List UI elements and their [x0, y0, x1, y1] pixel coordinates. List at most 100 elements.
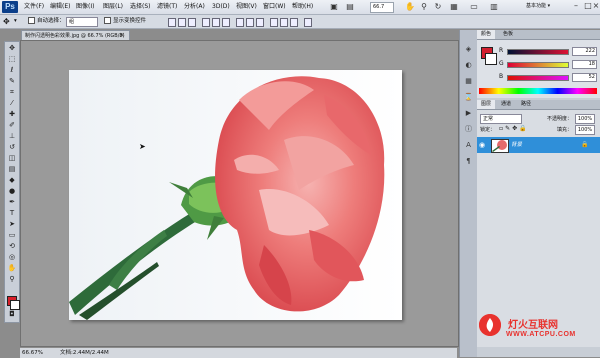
zoom-tool-icon[interactable]: ⚲ — [6, 275, 18, 284]
bridge-icon[interactable]: ▣ — [328, 2, 340, 12]
menu-edit[interactable]: 编辑(E) — [50, 2, 70, 12]
document-canvas-image[interactable] — [69, 70, 402, 320]
history-icon[interactable]: ⌛ — [463, 92, 474, 102]
tab-layers[interactable]: 图层 — [477, 100, 496, 109]
3d-orbit-tool-icon[interactable]: ◎ — [6, 253, 18, 262]
adjustments-icon[interactable]: ◐ — [463, 60, 474, 70]
distribute-top-icon[interactable] — [236, 18, 244, 27]
channel-g-slider[interactable] — [507, 62, 569, 68]
dodge-tool-icon[interactable]: ● — [6, 187, 18, 196]
tool-preset-picker[interactable]: ▾ — [14, 17, 17, 26]
close-icon[interactable]: × — [592, 0, 600, 12]
align-middle-icon[interactable] — [178, 18, 186, 27]
distribute-middle-icon[interactable] — [246, 18, 254, 27]
quick-select-tool-icon[interactable]: ✎ — [6, 77, 18, 86]
mini-bridge-icon[interactable]: ▤ — [344, 2, 356, 12]
channel-r-value[interactable]: 222 — [572, 47, 597, 56]
gradient-tool-icon[interactable]: ▤ — [6, 165, 18, 174]
screen-mode-icon[interactable]: ▭ — [468, 2, 480, 12]
move-tool-icon[interactable]: ✥ — [3, 17, 10, 26]
lasso-tool-icon[interactable]: ℓ — [6, 66, 18, 75]
zoom-select[interactable]: 66.7 — [370, 2, 394, 13]
channel-g-value[interactable]: 18 — [572, 60, 597, 69]
hand-icon[interactable]: ✋ — [404, 2, 416, 12]
menu-help[interactable]: 帮助(H) — [292, 2, 313, 12]
brush-tool-icon[interactable]: ✐ — [6, 121, 18, 130]
crop-tool-icon[interactable]: ⌗ — [6, 88, 18, 97]
distribute-left-icon[interactable] — [270, 18, 278, 27]
marquee-tool-icon[interactable]: ⬚ — [6, 55, 18, 64]
menu-view[interactable]: 视图(V) — [236, 2, 257, 12]
blend-mode-select[interactable]: 正常 — [480, 114, 522, 124]
menu-window[interactable]: 窗口(W) — [263, 2, 286, 12]
layer-row-background[interactable]: ◉ 背景 🔒 — [477, 137, 600, 153]
eyedropper-tool-icon[interactable]: ⁄ — [6, 99, 18, 108]
minimize-icon[interactable]: – — [570, 0, 582, 12]
history-brush-tool-icon[interactable]: ↺ — [6, 143, 18, 152]
menu-filter[interactable]: 滤镜(T) — [157, 2, 177, 12]
align-top-icon[interactable] — [168, 18, 176, 27]
menu-file[interactable]: 文件(F) — [24, 2, 44, 12]
menu-image[interactable]: 图像(I) — [76, 2, 94, 12]
character-icon[interactable]: A — [463, 140, 474, 150]
align-left-icon[interactable] — [202, 18, 210, 27]
channel-r-slider[interactable] — [507, 49, 569, 55]
distribute-right-icon[interactable] — [290, 18, 298, 27]
color-spectrum-bar[interactable] — [479, 88, 597, 94]
actions-icon[interactable]: ▶ — [463, 108, 474, 118]
shape-tool-icon[interactable]: ▭ — [6, 231, 18, 240]
layers-panel-tabs: 图层 通道 路径 — [477, 100, 600, 110]
status-bar: 66.67% 文档:2.44M/2.44M — [20, 347, 457, 358]
tab-swatches[interactable]: 色板 — [499, 30, 517, 39]
workspace-switcher[interactable]: 基本功能 ▾ — [526, 2, 566, 11]
layer-name[interactable]: 背景 — [511, 137, 522, 153]
carnation-image — [69, 70, 402, 320]
fill-label: 填充： — [557, 127, 573, 133]
color-panel-icon[interactable]: ◈ — [463, 44, 474, 54]
tab-color[interactable]: 颜色 — [477, 30, 496, 39]
auto-select-checkbox[interactable]: 自动选择： — [28, 17, 65, 26]
eye-icon[interactable]: ◉ — [479, 141, 487, 149]
distribute-hcenter-icon[interactable] — [280, 18, 288, 27]
quick-mask-icon[interactable]: ◘ — [6, 310, 18, 319]
hand-tool-icon[interactable]: ✋ — [6, 264, 18, 273]
menu-select[interactable]: 选择(S) — [130, 2, 151, 12]
channel-b-slider[interactable] — [507, 75, 569, 81]
type-tool-icon[interactable]: T — [6, 209, 18, 218]
paragraph-icon[interactable]: ¶ — [463, 156, 474, 166]
menu-layer[interactable]: 图层(L) — [103, 2, 123, 12]
blur-tool-icon[interactable]: ◆ — [6, 176, 18, 185]
align-center-icon[interactable] — [212, 18, 220, 27]
rotate-icon[interactable]: ↻ — [432, 2, 444, 12]
align-bottom-icon[interactable] — [188, 18, 196, 27]
opacity-field[interactable]: 100% — [575, 114, 595, 124]
clone-stamp-tool-icon[interactable]: ⊥ — [6, 132, 18, 141]
align-right-icon[interactable] — [222, 18, 230, 27]
lock-options-icons[interactable]: ▫✎✥🔒 — [499, 125, 529, 132]
eraser-tool-icon[interactable]: ◫ — [6, 154, 18, 163]
menu-3d[interactable]: 3D(D) — [212, 2, 230, 12]
healing-brush-tool-icon[interactable]: ✚ — [6, 110, 18, 119]
swatches-icon[interactable]: ▦ — [463, 76, 474, 86]
auto-align-icon[interactable] — [304, 18, 312, 27]
fill-field[interactable]: 100% — [575, 125, 595, 135]
layer-thumbnail — [491, 139, 509, 153]
zoom-icon[interactable]: ⚲ — [418, 2, 430, 12]
background-color-swatch[interactable] — [10, 300, 20, 310]
arrange-icon[interactable]: ▥ — [488, 2, 500, 12]
document-close-icon[interactable]: × — [119, 30, 127, 40]
background-color-chip[interactable] — [485, 53, 497, 65]
path-select-tool-icon[interactable]: ➤ — [6, 220, 18, 229]
distribute-bottom-icon[interactable] — [256, 18, 264, 27]
channel-b-value[interactable]: 52 — [572, 73, 597, 82]
info-icon[interactable]: ⓘ — [463, 124, 474, 134]
pen-tool-icon[interactable]: ✒ — [6, 198, 18, 207]
show-transform-checkbox[interactable]: 显示变换控件 — [104, 17, 146, 26]
grid-icon[interactable]: ▦ — [448, 2, 460, 12]
move-tool-icon[interactable]: ✥ — [6, 44, 18, 53]
tab-paths[interactable]: 路径 — [517, 100, 535, 109]
tab-channels[interactable]: 通道 — [497, 100, 515, 109]
menu-analysis[interactable]: 分析(A) — [184, 2, 205, 12]
auto-select-dropdown[interactable]: 组 — [66, 17, 98, 27]
3d-rotate-tool-icon[interactable]: ⟲ — [6, 242, 18, 251]
